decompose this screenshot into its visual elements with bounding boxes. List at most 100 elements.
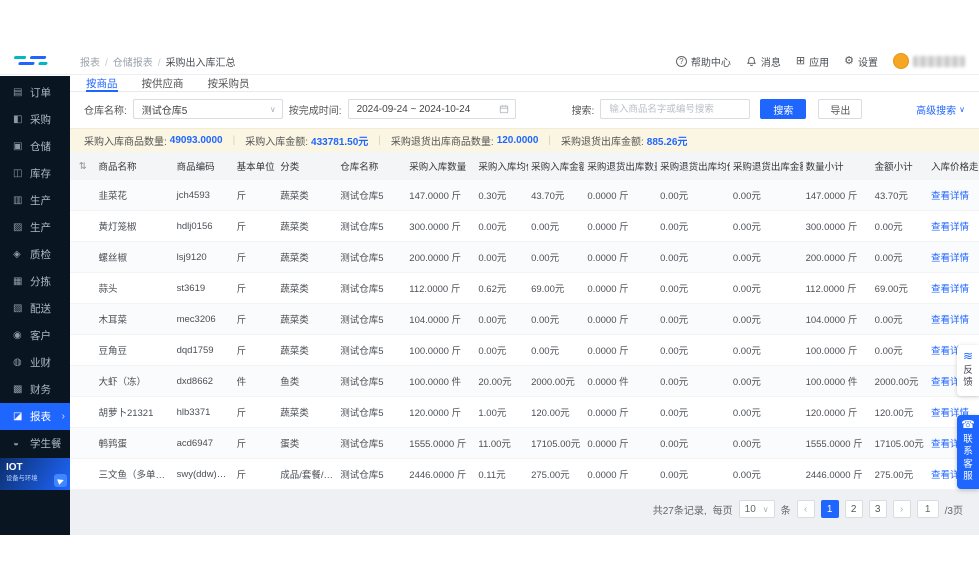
apps-button[interactable]: ⊞ 应用	[796, 54, 829, 69]
view-detail-link[interactable]: 查看详情	[931, 222, 969, 233]
cell-in-amount: 0.00元	[528, 211, 584, 242]
cell-product-code: lsj9120	[174, 242, 234, 273]
column-header: 基本单位	[234, 152, 278, 180]
sidebar-item[interactable]: ▤ 订单	[0, 79, 70, 106]
messages-button[interactable]: 消息	[746, 54, 781, 69]
sidebar-item-icon: ▦	[13, 276, 24, 287]
sidebar-item-label: 生产	[30, 220, 51, 235]
view-detail-link[interactable]: 查看详情	[931, 191, 969, 202]
column-settings-cell[interactable]: ⇅	[70, 152, 95, 180]
tab[interactable]: 按采购员	[208, 76, 250, 91]
breadcrumb-item[interactable]: 报表	[80, 54, 100, 69]
per-page-select[interactable]: 10 ∨	[739, 500, 775, 518]
cell-return-out-avg-price: 0.00元	[657, 459, 730, 490]
sidebar-item[interactable]: ▩ 财务	[0, 376, 70, 403]
cell-category: 蔬菜类	[277, 180, 337, 211]
breadcrumb-item[interactable]: 仓储报表	[100, 54, 153, 69]
cell-unit: 斤	[234, 242, 278, 273]
cell-unit: 斤	[234, 428, 278, 459]
settings-button[interactable]: ⚙ 设置	[844, 54, 878, 69]
cell-product-code: swy(ddw)5980	[174, 459, 234, 490]
cell-unit: 斤	[234, 304, 278, 335]
help-center-button[interactable]: ? 帮助中心	[676, 54, 731, 69]
record-count: 共27条记录,	[653, 502, 707, 517]
user-menu[interactable]	[893, 53, 965, 69]
cell-amount-subtotal: 0.00元	[872, 335, 928, 366]
page-button[interactable]: 3	[869, 500, 887, 518]
next-page-button[interactable]: ›	[893, 500, 911, 518]
sidebar-item[interactable]: ◍ 业财	[0, 349, 70, 376]
sidebar-item[interactable]: ▧ 配送	[0, 295, 70, 322]
sidebar-item[interactable]: ▣ 仓储	[0, 133, 70, 160]
contact-support-float-button[interactable]: ☎ 联系客服	[957, 415, 979, 489]
tab[interactable]: 按供应商	[142, 76, 184, 91]
sidebar-item[interactable]: ▥ 生产	[0, 187, 70, 214]
search-input[interactable]	[600, 99, 750, 119]
cell-expand	[70, 397, 95, 428]
advanced-search-toggle[interactable]: 高级搜索 ∨	[916, 102, 965, 117]
iot-module[interactable]: IOT 设备与环境	[0, 458, 70, 490]
cell-in-avg-price: 0.00元	[475, 335, 528, 366]
cell-qty-subtotal: 100.0000 斤	[803, 335, 872, 366]
cell-return-out-avg-price: 0.00元	[657, 366, 730, 397]
warehouse-select[interactable]: 测试仓库5 ∨	[133, 99, 283, 119]
tab-bar: 按商品 按供应商 按采购员	[70, 76, 979, 92]
column-header: 采购退货出库金额	[730, 152, 803, 180]
sidebar-item[interactable]: ◧ 采购	[0, 106, 70, 133]
sidebar-item-icon: ◍	[13, 357, 24, 368]
phone-icon: ☎	[959, 420, 977, 431]
sidebar-item[interactable]: ▦ 分拣	[0, 268, 70, 295]
page-jump-suffix: /3页	[945, 502, 963, 517]
breadcrumb-item[interactable]: 采购出入库汇总	[153, 54, 236, 69]
sidebar-item-label: 学生餐	[30, 436, 62, 451]
sidebar-item[interactable]: ◫ 库存	[0, 160, 70, 187]
chevron-down-icon: ∨	[959, 105, 965, 114]
cell-return-out-qty: 0.0000 斤	[584, 211, 657, 242]
per-page-label: 每页	[713, 502, 733, 517]
iot-subtitle: 设备与环境	[6, 474, 58, 483]
cell-return-out-avg-price: 0.00元	[657, 273, 730, 304]
cell-qty-subtotal: 2446.0000 斤	[803, 459, 872, 490]
cell-unit: 件	[234, 366, 278, 397]
export-button[interactable]: 导出	[818, 99, 862, 119]
sidebar-item-icon: ▨	[13, 222, 24, 233]
tab[interactable]: 按商品	[86, 76, 118, 91]
sidebar-item[interactable]: ◉ 客户	[0, 322, 70, 349]
feedback-float-button[interactable]: ≋ 反馈	[957, 345, 979, 396]
date-range-picker[interactable]: 2024-09-24 ~ 2024-10-24	[348, 99, 516, 119]
cell-warehouse: 测试仓库5	[337, 211, 406, 242]
sidebar-item[interactable]: ◒ 学生餐	[0, 430, 70, 457]
sidebar-item[interactable]: ▨ 生产	[0, 214, 70, 241]
sidebar-item[interactable]: ◪ 报表	[0, 403, 70, 430]
search-button[interactable]: 搜索	[760, 99, 806, 119]
prev-page-button[interactable]: ‹	[797, 500, 815, 518]
sidebar-item[interactable]: ◈ 质检	[0, 241, 70, 268]
cell-unit: 斤	[234, 335, 278, 366]
cell-unit: 斤	[234, 180, 278, 211]
view-detail-link[interactable]: 查看详情	[931, 253, 969, 264]
warehouse-label: 仓库名称:	[84, 102, 127, 117]
table-row: 三文鱼（多单位） swy(ddw)5980 斤 成品/套餐/成品 测试仓库5 2…	[70, 459, 979, 490]
cell-in-qty: 300.0000 斤	[406, 211, 475, 242]
cell-expand	[70, 211, 95, 242]
cell-unit: 斤	[234, 211, 278, 242]
view-detail-link[interactable]: 查看详情	[931, 315, 969, 326]
page-jump-input[interactable]: 1	[917, 500, 939, 518]
sidebar-item-label: 库存	[30, 166, 51, 181]
cell-return-out-amount: 0.00元	[730, 366, 803, 397]
view-detail-link[interactable]: 查看详情	[931, 284, 969, 295]
cell-product-name: 木耳菜	[95, 304, 173, 335]
page-button[interactable]: 2	[845, 500, 863, 518]
cell-amount-subtotal: 120.00元	[872, 397, 928, 428]
summary-label: 采购退货出库金额:	[561, 133, 644, 148]
cell-warehouse: 测试仓库5	[337, 459, 406, 490]
cell-unit: 斤	[234, 273, 278, 304]
page-button[interactable]: 1	[821, 500, 839, 518]
cell-return-out-amount: 0.00元	[730, 273, 803, 304]
chevron-down-icon: ∨	[763, 505, 769, 514]
column-header: 金额小计	[872, 152, 928, 180]
cell-category: 蔬菜类	[277, 273, 337, 304]
sidebar-item-icon: ▩	[13, 384, 24, 395]
cell-return-out-avg-price: 0.00元	[657, 180, 730, 211]
cell-return-out-qty: 0.0000 斤	[584, 397, 657, 428]
